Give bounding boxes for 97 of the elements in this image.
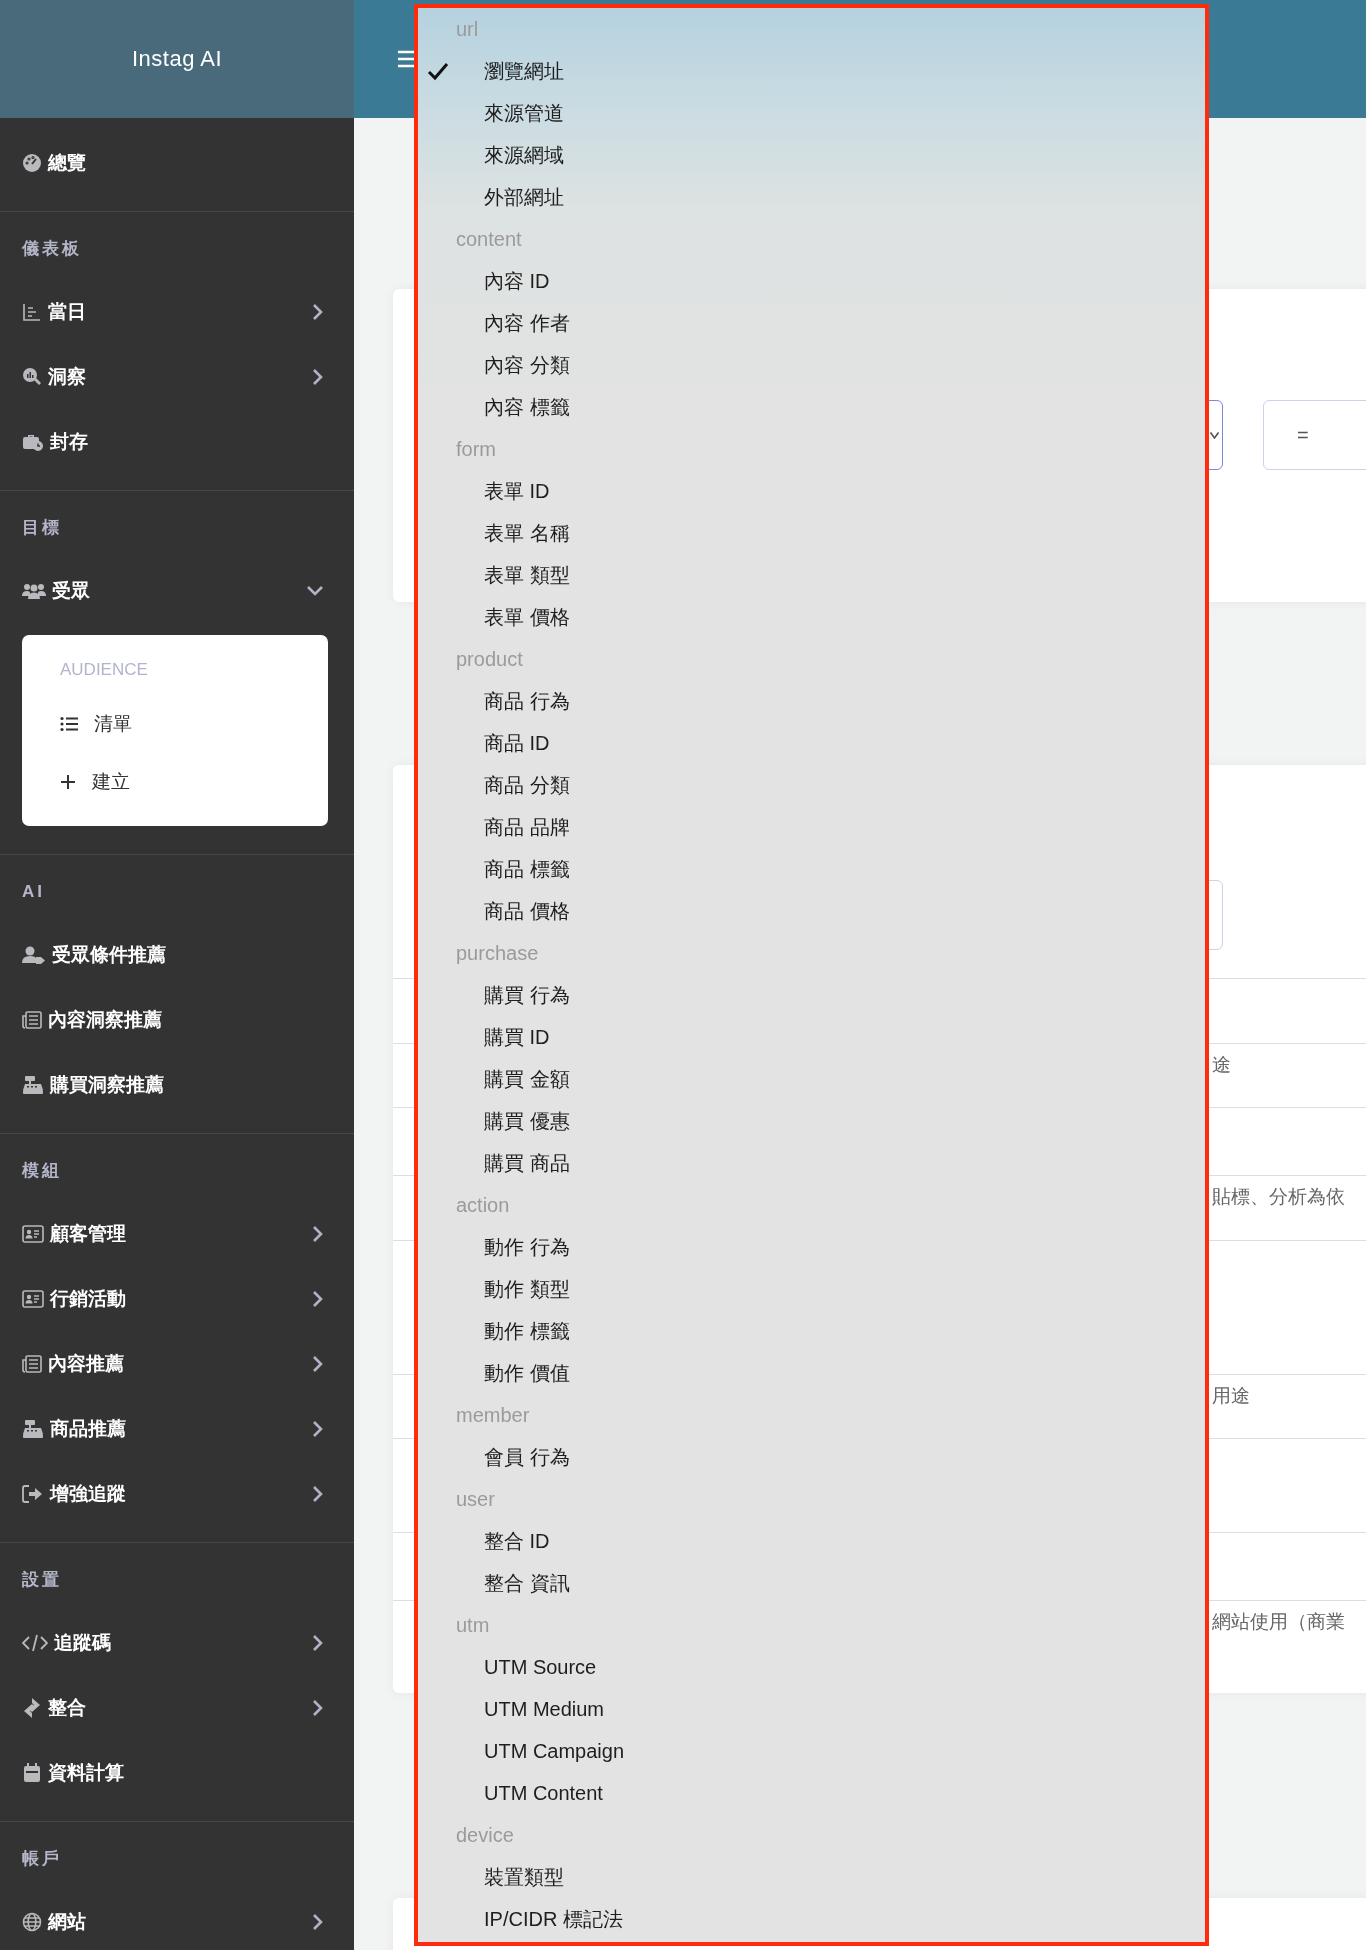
dropdown-option[interactable]: 裝置類型 bbox=[418, 1856, 1205, 1898]
sidebar-item[interactable]: 網站 bbox=[0, 1889, 354, 1950]
dropdown-option[interactable]: 動作 行為 bbox=[418, 1226, 1205, 1268]
user-icon bbox=[22, 944, 46, 965]
dropdown-option[interactable]: 商品 標籤 bbox=[418, 848, 1205, 890]
id-card-icon bbox=[22, 1224, 44, 1243]
chart-icon bbox=[22, 301, 42, 322]
section-heading: 帳戶 bbox=[22, 1848, 62, 1870]
dropdown-option[interactable]: 購買 金額 bbox=[418, 1058, 1205, 1100]
option-group-label: utm bbox=[456, 1613, 490, 1637]
sidebar-item[interactable]: 顧客管理 bbox=[0, 1201, 354, 1266]
dropdown-option[interactable]: 商品 分類 bbox=[418, 764, 1205, 806]
option-group-label: member bbox=[456, 1403, 530, 1427]
option-group-label: action bbox=[456, 1193, 510, 1217]
dropdown-option[interactable]: 整合 資訊 bbox=[418, 1562, 1205, 1604]
dropdown-option[interactable]: 表單 名稱 bbox=[418, 512, 1205, 554]
gauge-icon bbox=[22, 152, 42, 173]
option-group-label: content bbox=[456, 227, 522, 251]
dropdown-option[interactable]: 商品 ID bbox=[418, 722, 1205, 764]
sidebar-item[interactable]: 購買洞察推薦 bbox=[0, 1052, 354, 1117]
dropdown-option[interactable]: 購買 ID bbox=[418, 1016, 1205, 1058]
submenu-title: AUDIENCE bbox=[60, 659, 148, 681]
sidebar-item[interactable]: 封存 bbox=[0, 409, 354, 474]
section-heading: 模組 bbox=[22, 1160, 62, 1182]
option-group-label: product bbox=[456, 647, 523, 671]
dropdown-option[interactable]: 購買 商品 bbox=[418, 1142, 1205, 1184]
dropdown-option[interactable]: 購買 行為 bbox=[418, 974, 1205, 1016]
sidebar-item[interactable]: 受眾 bbox=[0, 558, 354, 623]
exit-icon bbox=[22, 1483, 44, 1504]
sidebar-item[interactable]: 行銷活動 bbox=[0, 1266, 354, 1331]
dropdown-option[interactable]: 內容 ID bbox=[418, 260, 1205, 302]
table-cell: 途 bbox=[1212, 1054, 1231, 1076]
dropdown-option[interactable]: 外部網址 bbox=[418, 176, 1205, 218]
dropdown-option[interactable]: UTM Source bbox=[418, 1646, 1205, 1688]
dropdown-option[interactable]: UTM Campaign bbox=[418, 1730, 1205, 1772]
sidebar-item[interactable]: 資料計算 bbox=[0, 1740, 354, 1805]
layers-icon bbox=[22, 1697, 42, 1718]
plus-icon bbox=[60, 774, 76, 790]
dropdown-option[interactable]: 來源管道 bbox=[418, 92, 1205, 134]
sidebar-item[interactable]: 商品推薦 bbox=[0, 1396, 354, 1461]
dropdown-option[interactable]: 表單 ID bbox=[418, 470, 1205, 512]
sidebar-item[interactable]: 總覽 bbox=[0, 130, 354, 195]
section-heading: AI bbox=[22, 881, 45, 903]
section-heading: 目標 bbox=[22, 517, 62, 539]
section-heading: 設置 bbox=[22, 1569, 62, 1591]
dropdown-option[interactable]: 購買 優惠 bbox=[418, 1100, 1205, 1142]
globe-icon bbox=[22, 1911, 42, 1932]
dropdown-option[interactable]: 表單 價格 bbox=[418, 596, 1205, 638]
id-card-icon bbox=[22, 1289, 44, 1308]
sidebar-item[interactable]: 內容推薦 bbox=[0, 1331, 354, 1396]
dropdown-option[interactable]: 動作 類型 bbox=[418, 1268, 1205, 1310]
sidebar-item[interactable]: 增強追蹤 bbox=[0, 1461, 354, 1526]
dropdown-option[interactable]: 商品 價格 bbox=[418, 890, 1205, 932]
dropdown-option[interactable]: 內容 分類 bbox=[418, 344, 1205, 386]
table-cell: 網站使用（商業 bbox=[1212, 1611, 1345, 1633]
dropdown-option[interactable]: 內容 作者 bbox=[418, 302, 1205, 344]
dropdown-option[interactable]: IP/CIDR 標記法 bbox=[418, 1898, 1205, 1940]
dropdown-option[interactable]: UTM Content bbox=[418, 1772, 1205, 1814]
chevron-down-icon bbox=[1210, 431, 1219, 439]
dropdown-option[interactable]: 商品 行為 bbox=[418, 680, 1205, 722]
sidebar-item[interactable]: 受眾條件推薦 bbox=[0, 922, 354, 987]
section-heading: 儀表板 bbox=[22, 238, 82, 260]
dropdown-option[interactable]: 商品 品牌 bbox=[418, 806, 1205, 848]
dropdown-option[interactable]: 內容 標籤 bbox=[418, 386, 1205, 428]
option-group-label: form bbox=[456, 437, 496, 461]
magnifier-icon bbox=[22, 366, 42, 387]
table-cell: 貼標、分析為依 bbox=[1212, 1186, 1345, 1208]
cash-register-icon bbox=[22, 1418, 44, 1439]
dropdown-option[interactable]: 瀏覽網址 bbox=[418, 50, 1205, 92]
dropdown-option[interactable]: UTM Medium bbox=[418, 1688, 1205, 1730]
dropdown-option[interactable]: 表單 類型 bbox=[418, 554, 1205, 596]
sidebar-item[interactable]: 內容洞察推薦 bbox=[0, 987, 354, 1052]
sidebar-item[interactable]: 整合 bbox=[0, 1675, 354, 1740]
submenu-item[interactable]: 建立 bbox=[22, 753, 288, 811]
sidebar-item[interactable]: 追蹤碼 bbox=[0, 1610, 354, 1675]
cash-register-icon bbox=[22, 1074, 44, 1095]
option-group-label: user bbox=[456, 1487, 495, 1511]
newspaper-icon bbox=[22, 1009, 42, 1030]
submenu-item[interactable]: 清單 bbox=[22, 695, 288, 753]
dropdown-option[interactable]: 整合 ID bbox=[418, 1520, 1205, 1562]
dropdown-option[interactable]: 會員 行為 bbox=[418, 1436, 1205, 1478]
check-icon bbox=[427, 61, 449, 81]
calendar-icon bbox=[22, 1762, 42, 1783]
brand-name: Instag AI bbox=[131, 46, 223, 72]
dropdown-option[interactable]: 來源網域 bbox=[418, 134, 1205, 176]
code-icon bbox=[22, 1632, 48, 1653]
table-cell: 用途 bbox=[1212, 1385, 1250, 1407]
operator-field[interactable]: = bbox=[1263, 400, 1366, 470]
dropdown-option[interactable]: 動作 標籤 bbox=[418, 1310, 1205, 1352]
sidebar-item[interactable]: 當日 bbox=[0, 279, 354, 344]
sidebar-item[interactable]: 洞察 bbox=[0, 344, 354, 409]
dropdown-option[interactable]: 動作 價值 bbox=[418, 1352, 1205, 1394]
option-group-label: purchase bbox=[456, 941, 539, 965]
newspaper-icon bbox=[22, 1353, 42, 1374]
list-icon bbox=[60, 716, 78, 732]
option-group-label: device bbox=[456, 1823, 514, 1847]
option-group-label: url bbox=[456, 17, 479, 41]
